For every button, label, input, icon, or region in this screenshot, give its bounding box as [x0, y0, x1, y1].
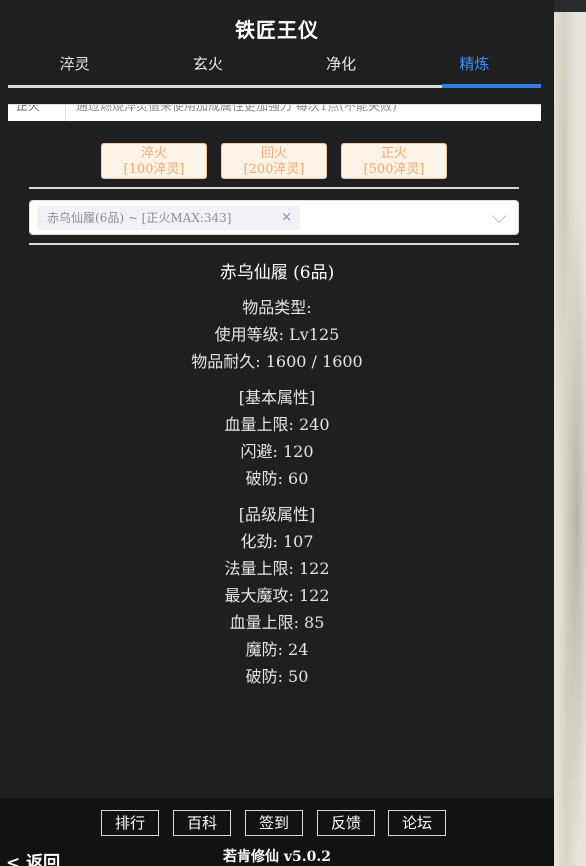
base-attr-3: 破防: 60	[245, 469, 309, 488]
close-icon[interactable]: ×	[281, 206, 292, 230]
item-durability: 物品耐久: 1600 / 1600	[191, 352, 363, 371]
version-label: 若肯修仙 v5.0.2	[223, 849, 331, 865]
base-attr-header: [基本属性]	[238, 388, 316, 407]
forum-button[interactable]: 论坛	[388, 810, 446, 836]
rank-button[interactable]: 排行	[101, 810, 159, 836]
item-select[interactable]: 赤乌仙履(6品) ~ [正火MAX:343] ×	[29, 200, 519, 235]
background-marble	[554, 0, 586, 866]
cuihuo-label: 淬火	[140, 146, 167, 161]
huihuo-label: 回火	[260, 146, 287, 161]
grade-attr-1: 化劲: 107	[240, 532, 314, 551]
wiki-button[interactable]: 百科	[173, 810, 231, 836]
grade-attr-2: 法量上限: 122	[224, 559, 330, 578]
tab-jinghua[interactable]: 净化	[275, 50, 408, 88]
selected-item-text: 赤乌仙履(6品) ~ [正火MAX:343]	[47, 211, 232, 225]
base-attr-1: 血量上限: 240	[224, 415, 330, 434]
checkin-button[interactable]: 签到	[245, 810, 303, 836]
item-type: 物品类型:	[242, 298, 312, 317]
divider-bottom	[29, 243, 519, 245]
fire-button-group: 淬火 [100淬灵] 回火 [200淬灵] 正火 [500淬灵]	[0, 143, 554, 179]
grade-attr-header: [品级属性]	[238, 505, 316, 524]
tab-cuiling[interactable]: 淬灵	[8, 50, 141, 88]
zhenghuo-cost: [500淬灵]	[363, 162, 425, 177]
huihuo-button[interactable]: 回火 [200淬灵]	[221, 143, 327, 179]
base-attr-2: 闪避: 120	[240, 442, 314, 461]
cuihuo-cost: [100淬灵]	[123, 162, 185, 177]
tab-xuanhuo[interactable]: 玄火	[141, 50, 274, 88]
tip-table-row: 正火 通过燃烧淬灵值来使用加成属性更加强力 每次1点(不能失败)	[8, 104, 541, 121]
tab-active-indicator	[442, 84, 541, 88]
tip-label: 正火	[8, 105, 66, 121]
grade-attr-3: 最大魔攻: 122	[224, 586, 330, 605]
cuihuo-button[interactable]: 淬火 [100淬灵]	[101, 143, 207, 179]
tab-jinglian[interactable]: 精炼	[408, 50, 541, 88]
tab-bar: 淬灵 玄火 净化 精炼	[8, 50, 541, 88]
huihuo-cost: [200淬灵]	[243, 162, 305, 177]
grade-attr-5: 魔防: 24	[245, 640, 309, 659]
divider-top	[29, 187, 519, 189]
selected-item-tag: 赤乌仙履(6品) ~ [正火MAX:343] ×	[37, 206, 300, 230]
item-name: 赤乌仙履 (6品)	[219, 263, 335, 283]
feedback-button[interactable]: 反馈	[317, 810, 375, 836]
grade-attr-6: 破防: 50	[245, 667, 309, 686]
zhenghuo-button[interactable]: 正火 [500淬灵]	[341, 143, 447, 179]
chevron-down-icon[interactable]	[491, 208, 507, 224]
item-level: 使用等级: Lv125	[214, 325, 340, 344]
footer-bar: 排行 百科 签到 反馈 论坛 < 返回 若肯修仙 v5.0.2	[0, 798, 554, 866]
page-title: 铁匠王仪	[235, 18, 319, 42]
grade-attr-4: 血量上限: 85	[229, 613, 325, 632]
main-panel: 铁匠王仪 淬灵 玄火 净化 精炼 正火 通过燃烧淬灵值来使用加成属性更加强力 每…	[0, 0, 554, 866]
zhenghuo-label: 正火	[380, 146, 407, 161]
tip-text: 通过燃烧淬灵值来使用加成属性更加强力 每次1点(不能失败)	[76, 104, 397, 113]
